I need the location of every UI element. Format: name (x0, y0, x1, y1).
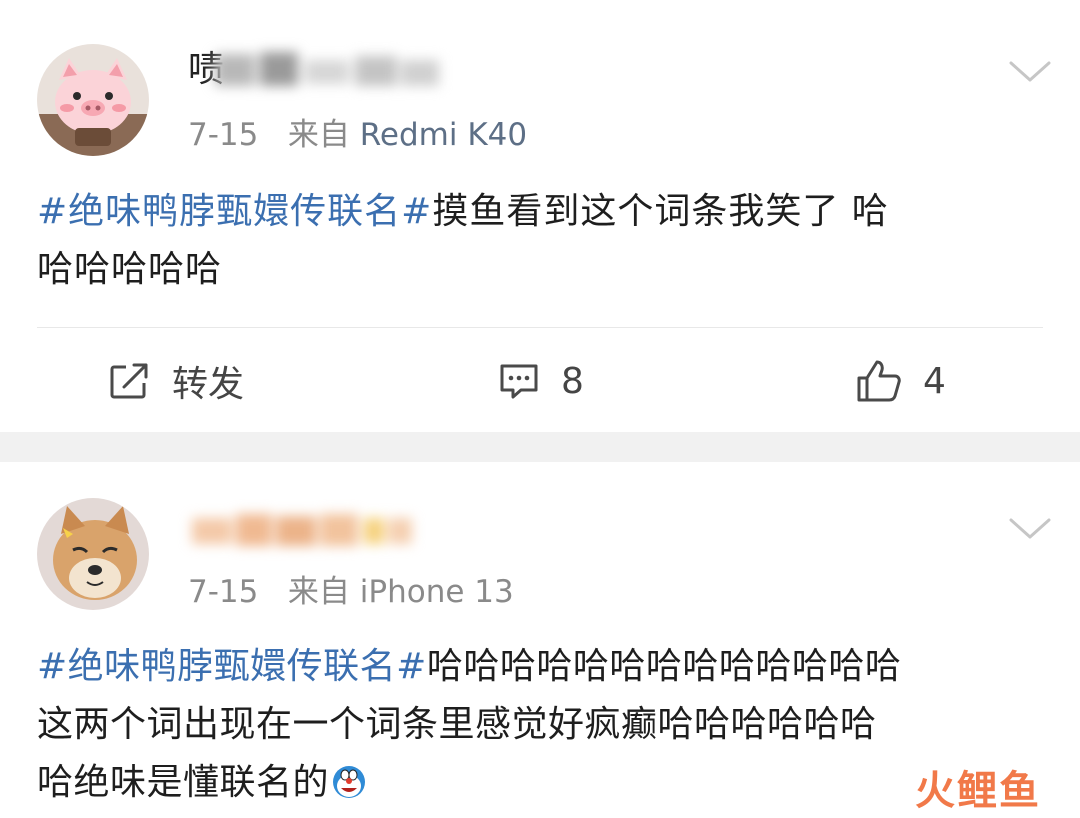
username-blurred (188, 510, 418, 550)
device-name: Redmi K40 (359, 117, 528, 153)
username-blurred (205, 50, 445, 90)
shiba-dog-avatar-icon (37, 498, 149, 610)
device-name: iPhone 13 (359, 574, 514, 610)
post-date: 7-15 (188, 117, 259, 153)
pig-avatar-icon (37, 44, 149, 156)
post-text: 哈哈哈哈哈哈哈哈哈哈哈哈哈 (426, 646, 902, 687)
more-options-button[interactable] (1008, 60, 1052, 84)
hashtag-link[interactable]: #绝味鸭脖甄嬛传联名# (37, 191, 432, 232)
like-button[interactable]: 4 (855, 356, 946, 406)
post-meta: 7-15 来自 Redmi K40 (188, 115, 527, 155)
chevron-down-icon (1009, 61, 1051, 82)
like-count: 4 (923, 360, 946, 402)
user-avatar[interactable] (37, 498, 149, 610)
post-meta: 7-15 来自 iPhone 13 (188, 572, 514, 612)
comment-count: 8 (561, 360, 584, 402)
source-prefix: 来自 (287, 117, 350, 153)
thumbs-up-icon (857, 360, 901, 402)
comment-button[interactable]: 8 (497, 356, 584, 406)
repost-button[interactable]: 转发 (108, 356, 244, 406)
weibo-post-1: 啧 7-15 来自 Redmi K40 #绝味鸭脖甄嬛传联名#摸鱼看到这个词条我… (0, 0, 1080, 432)
post-text-line2: 这两个词出现在一个词条里感觉好疯癫哈哈哈哈哈哈 (37, 704, 877, 745)
post-body: #绝味鸭脖甄嬛传联名#哈哈哈哈哈哈哈哈哈哈哈哈哈 这两个词出现在一个词条里感觉好… (37, 638, 1047, 812)
post-text: 摸鱼看到这个词条我笑了 哈 (432, 191, 889, 232)
post-date: 7-15 (188, 574, 259, 610)
user-avatar[interactable] (37, 44, 149, 156)
repost-icon (110, 363, 148, 399)
chevron-down-icon (1009, 518, 1051, 539)
post-text-line2: 哈哈哈哈哈 (37, 249, 223, 290)
post-separator (0, 432, 1080, 462)
repost-label: 转发 (172, 364, 245, 405)
hashtag-link[interactable]: #绝味鸭脖甄嬛传联名# (37, 646, 427, 687)
post-body: #绝味鸭脖甄嬛传联名#摸鱼看到这个词条我笑了 哈 哈哈哈哈哈 (37, 183, 1047, 299)
doraemon-emoji-icon (331, 760, 367, 798)
watermark-logo: 火鲤鱼 (915, 767, 1041, 814)
comment-icon (500, 364, 538, 399)
divider (37, 327, 1043, 328)
source-prefix: 来自 (287, 574, 350, 610)
more-options-button[interactable] (1008, 517, 1052, 541)
post-text-line3: 哈绝味是懂联名的 (37, 762, 330, 803)
